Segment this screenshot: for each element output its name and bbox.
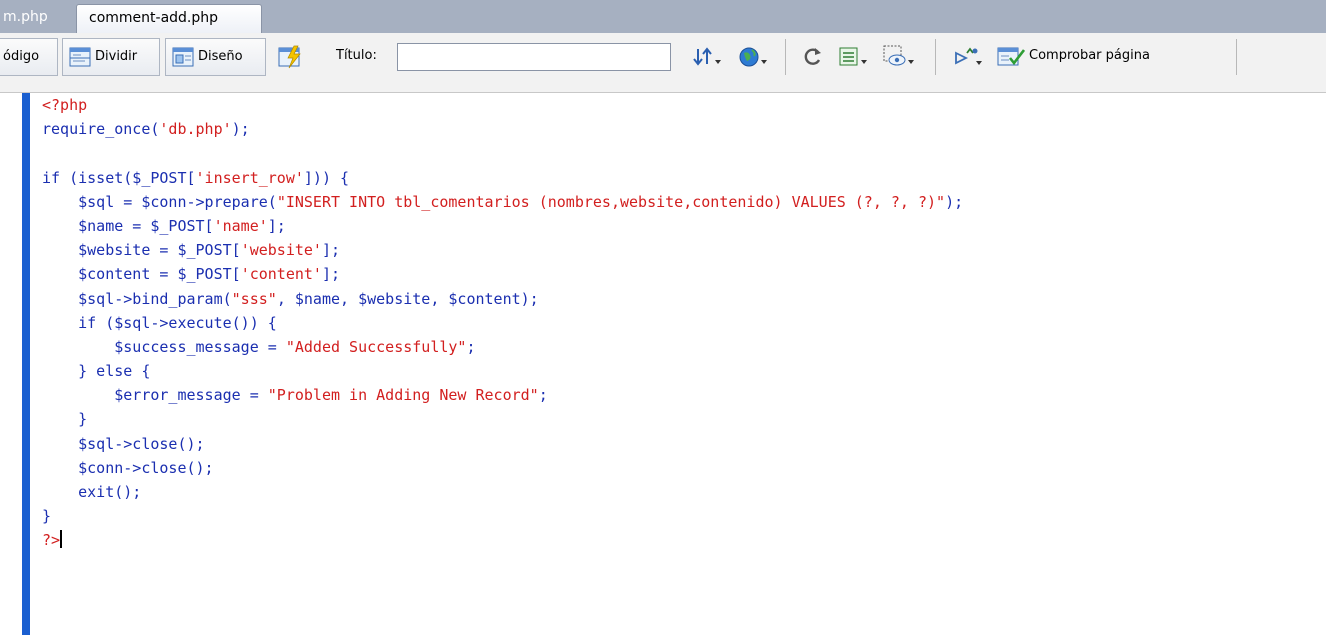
code-line[interactable]: $website = $_POST['website']; [42, 238, 1322, 262]
live-view-button[interactable] [272, 38, 310, 76]
browser-preview-icon [739, 47, 767, 67]
code-line[interactable]: <?php [42, 93, 1322, 117]
code-line[interactable]: } [42, 407, 1322, 431]
code-line[interactable]: exit(); [42, 480, 1322, 504]
visual-aids-icon [883, 45, 914, 66]
code-line[interactable]: $sql = $conn->prepare("INSERT INTO tbl_c… [42, 190, 1322, 214]
browser-preview-button[interactable] [733, 38, 773, 76]
check-page-button[interactable]: Comprobar página [991, 38, 1236, 76]
code-line[interactable]: $name = $_POST['name']; [42, 214, 1322, 238]
visual-aids-button[interactable] [877, 38, 921, 76]
toolbar-separator [1236, 39, 1237, 75]
refresh-icon [804, 48, 821, 65]
text-cursor [60, 530, 63, 549]
file-transfer-icon [693, 47, 721, 66]
code-view-button[interactable]: ódigo [0, 38, 58, 76]
code-line[interactable]: $conn->close(); [42, 456, 1322, 480]
document-tab-strip: m.php comment-add.php [0, 0, 1326, 33]
code-gutter [22, 93, 30, 635]
validate-markup-icon [955, 47, 982, 65]
title-label-text: Título: [336, 48, 377, 63]
code-editor[interactable]: <?php require_once('db.php');if (isset($_… [42, 93, 1322, 553]
refresh-button[interactable] [797, 38, 829, 76]
design-view-button[interactable]: Diseño [165, 38, 266, 76]
view-options-icon [839, 47, 867, 66]
code-line[interactable]: if ($sql->execute()) { [42, 311, 1322, 335]
title-input[interactable] [397, 43, 671, 71]
check-page-icon [997, 47, 1025, 66]
title-label: Título: [336, 38, 392, 76]
code-line[interactable] [42, 141, 1322, 165]
code-line[interactable]: $error_message = "Problem in Adding New … [42, 383, 1322, 407]
code-line[interactable]: $success_message = "Added Successfully"; [42, 335, 1322, 359]
check-page-label: Comprobar página [1029, 48, 1150, 63]
split-view-icon [69, 47, 91, 67]
document-toolbar: ódigo Dividir Diseño Título: Comprobar p… [0, 33, 1326, 93]
tab-comment-add-php[interactable]: comment-add.php [76, 4, 262, 33]
validate-markup-button[interactable] [947, 38, 989, 76]
code-line[interactable]: require_once('db.php'); [42, 117, 1322, 141]
split-view-button[interactable]: Dividir [62, 38, 160, 76]
toolbar-separator [935, 39, 936, 75]
live-view-icon [278, 45, 301, 69]
code-line[interactable]: $content = $_POST['content']; [42, 262, 1322, 286]
code-line[interactable]: ?> [42, 528, 1322, 552]
file-transfer-button[interactable] [687, 38, 727, 76]
design-view-icon [172, 47, 194, 67]
code-line[interactable]: if (isset($_POST['insert_row'])) { [42, 166, 1322, 190]
tab-m-php[interactable]: m.php [0, 4, 72, 33]
view-options-button[interactable] [833, 38, 873, 76]
code-view-label: ódigo [3, 49, 40, 64]
toolbar-separator [785, 39, 786, 75]
code-line[interactable]: } else { [42, 359, 1322, 383]
code-line[interactable]: } [42, 504, 1322, 528]
code-line[interactable]: $sql->close(); [42, 432, 1322, 456]
split-view-label: Dividir [95, 49, 138, 64]
design-view-label: Diseño [198, 49, 243, 64]
code-line[interactable]: $sql->bind_param("sss", $name, $website,… [42, 287, 1322, 311]
